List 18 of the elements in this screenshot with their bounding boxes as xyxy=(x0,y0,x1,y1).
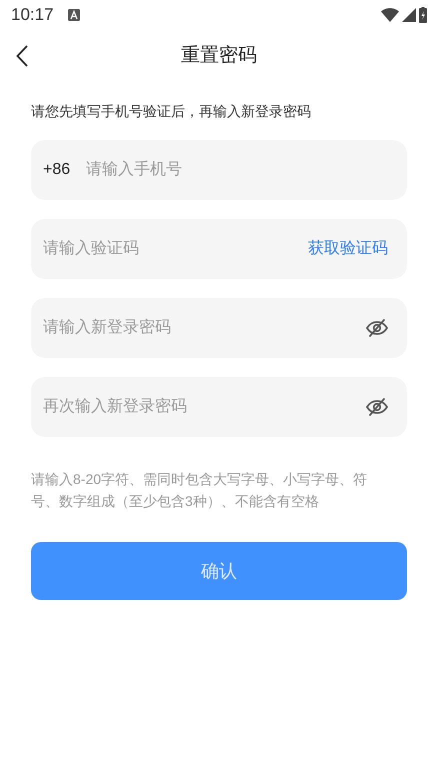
page-title: 重置密码 xyxy=(181,44,257,68)
phone-input[interactable]: 请输入手机号 xyxy=(86,158,395,182)
get-code-link[interactable]: 获取验证码 xyxy=(308,237,388,261)
phone-field[interactable]: +86 请输入手机号 xyxy=(31,140,407,200)
status-time: 10:17 xyxy=(11,4,54,26)
code-input[interactable]: 请输入验证码 xyxy=(31,219,308,279)
back-button[interactable] xyxy=(14,44,30,68)
password-hint: 请输入8-20字符、需同时包含大写字母、小写字母、符号、数字组成（至少包含3种）、不能含有空格 xyxy=(31,470,368,511)
wifi-icon xyxy=(381,8,399,22)
battery-icon xyxy=(419,7,427,23)
code-field[interactable]: 请输入验证码 获取验证码 xyxy=(31,219,407,279)
eye-slash-icon[interactable] xyxy=(365,316,389,340)
notification-icon xyxy=(68,9,80,21)
intro-text: 请您先填写手机号验证后，再输入新登录密码 xyxy=(31,102,312,121)
signal-icon xyxy=(402,8,416,22)
eye-slash-icon[interactable] xyxy=(365,395,389,419)
confirm-button[interactable]: 确认 xyxy=(31,542,407,600)
country-code[interactable]: +86 xyxy=(43,158,70,182)
